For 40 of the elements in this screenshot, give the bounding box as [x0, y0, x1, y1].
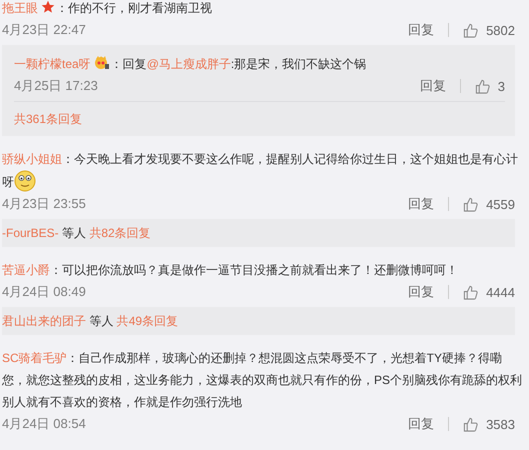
thumbs-up-icon[interactable]: [463, 284, 478, 300]
reply-link[interactable]: 回复: [408, 21, 434, 39]
like-count: 4444: [486, 284, 515, 300]
user-name[interactable]: SC骑着毛驴: [2, 351, 67, 365]
comment-text: SC骑着毛驴：自己作成那样，玻璃心的还删掉？想混圆这点荣辱受不了，光想着TY硬捧？得嘞您，就您这整残的皮相，这业务能力，这爆表的双商也就只有作的份，PS个别脑残你有跪舔的权利别人就有不喜欢的资格，作就是作勿强行洗地: [2, 350, 524, 411]
star-icon: [41, 0, 55, 14]
mention-link[interactable]: @马上瘦成胖子: [146, 57, 231, 71]
reply-count-link[interactable]: 共361条回复: [14, 112, 82, 126]
user-name[interactable]: -FourBES-: [2, 226, 59, 240]
like-count: 4559: [486, 196, 515, 212]
like-count: 3583: [486, 416, 515, 432]
thumbs-up-icon[interactable]: [463, 416, 478, 432]
comment-time: 4月23日 23:55: [2, 195, 87, 213]
thumbs-up-icon[interactable]: [463, 196, 478, 212]
comment-time: 4月24日 08:49: [2, 283, 87, 301]
like-count: 5802: [486, 22, 515, 38]
user-name[interactable]: 君山出来的团子: [2, 314, 86, 328]
comment-time: 4月24日 08:54: [2, 415, 87, 433]
vip-icon: [94, 55, 110, 70]
comment-text: 拖王眼 ：作的不行，刚才看湖南卫视: [2, 0, 213, 17]
others-label: 等人: [62, 226, 86, 240]
thumbs-up-icon[interactable]: [474, 78, 490, 94]
comment-time: 4月23日 22:47: [2, 21, 87, 39]
others-label: 等人: [89, 314, 114, 328]
user-name[interactable]: 骄纵小姐姐: [2, 152, 62, 166]
reply-link[interactable]: 回复: [408, 283, 434, 301]
user-name[interactable]: 拖王眼: [2, 1, 38, 15]
comment-time: 4月25日 17:23: [14, 77, 99, 95]
reply-text: 一颗柠檬tea呀 ：回复@马上瘦成胖子:那是宋，我们不缺这个锅: [14, 54, 368, 73]
thumbs-up-icon[interactable]: [463, 22, 478, 38]
user-name[interactable]: 一颗柠檬tea呀: [14, 57, 91, 71]
reply-count-link[interactable]: 共49条回复: [116, 314, 178, 328]
reply-link[interactable]: 回复: [420, 77, 446, 95]
user-name[interactable]: 苦逼小爵: [2, 263, 50, 277]
reply-count-link[interactable]: 共82条回复: [89, 226, 151, 240]
like-count: 3: [498, 78, 505, 94]
comment-text: 苦逼小爵：可以把你流放吗？真是做作一逼节目没播之前就看出来了！还删微博呵呵！: [2, 262, 459, 279]
reply-link[interactable]: 回复: [408, 415, 434, 433]
comment-text: 骄纵小姐姐：今天晚上看才发现要不要这么作呢，提醒别人记得给你过生日，这个姐姐也是有心计呀: [2, 148, 525, 193]
reply-link[interactable]: 回复: [408, 195, 434, 213]
